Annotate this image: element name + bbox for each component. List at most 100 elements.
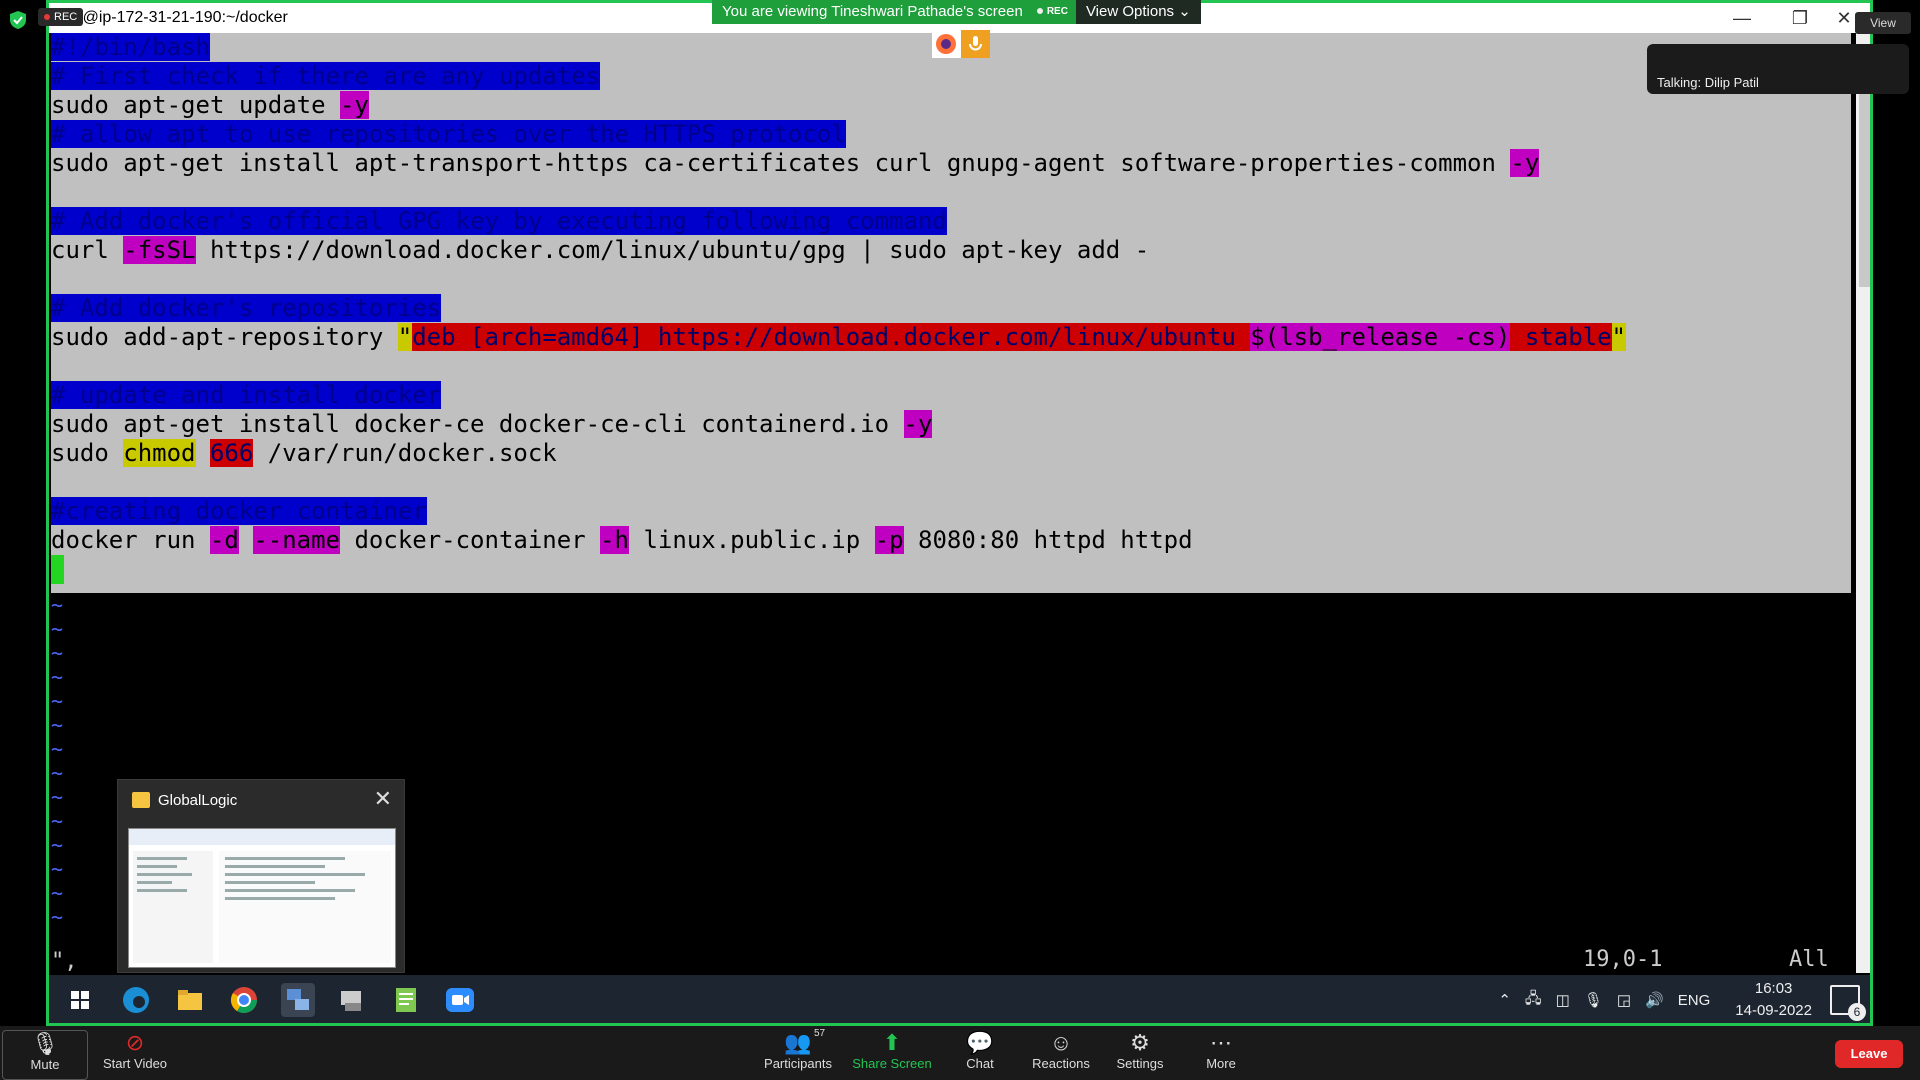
terminal-scrollbar[interactable] <box>1856 33 1870 973</box>
record-dot-icon <box>44 14 50 21</box>
tilde-line: ~ <box>51 737 64 761</box>
minimize-button[interactable]: — <box>1717 5 1767 31</box>
firefox-icon[interactable] <box>932 30 961 58</box>
start-video-button[interactable]: ⊘ Start Video <box>100 1030 170 1071</box>
code-flag: -y <box>339 91 369 119</box>
vim-status-message: ", <box>51 949 78 974</box>
vim-scroll-position: All <box>1789 947 1829 972</box>
tilde-line: ~ <box>51 761 64 785</box>
reactions-button[interactable]: ☺ Reactions <box>1030 1030 1092 1071</box>
tilde-line: ~ <box>51 905 64 929</box>
window-title: root@ip-172-31-21-190:~/docker <box>55 9 288 26</box>
view-options-button[interactable]: View Options ⌄ <box>1075 0 1201 24</box>
network-app-icon[interactable] <box>281 983 315 1017</box>
code-quote: " <box>397 323 413 351</box>
share-screen-button[interactable]: ⬆ Share Screen <box>850 1030 934 1071</box>
tilde-line: ~ <box>51 857 64 881</box>
participants-count: 57 <box>814 1028 826 1039</box>
code-text: linux.public.ip <box>629 526 875 554</box>
terminal-buffer[interactable]: #!/bin/bash # First check if there are a… <box>51 33 1851 593</box>
code-text: https://download.docker.com/linux/ubuntu… <box>195 236 1150 264</box>
code-comment: # Add docker's official GPG key by execu… <box>51 207 947 235</box>
tilde-line: ~ <box>51 785 64 809</box>
code-flag: --name <box>253 526 341 554</box>
code-comment: #creating docker container <box>51 497 427 525</box>
volume-icon[interactable]: 🔊 <box>1645 991 1664 1009</box>
putty-icon[interactable] <box>335 983 369 1017</box>
edge-browser-icon[interactable] <box>119 983 153 1017</box>
more-button[interactable]: ⋯ More <box>1200 1030 1242 1071</box>
viewing-text: You are viewing Tineshwari Pathade's scr… <box>722 3 1023 20</box>
vim-cursor-position: 19,0-1 <box>1583 947 1663 972</box>
leave-button[interactable]: Leave <box>1835 1040 1903 1068</box>
windows-taskbar: ⌃ 🖧 ◫ 🎙 ◲ 🔊 ENG 16:03 14-09-2022 6 <box>49 975 1870 1023</box>
taskbar-preview-popup[interactable]: GlobalLogic ✕ <box>117 779 405 973</box>
system-tray: ⌃ 🖧 ◫ 🎙 ◲ 🔊 ENG 16:03 14-09-2022 6 <box>1491 975 1866 1023</box>
clock[interactable]: 16:03 14-09-2022 <box>1735 978 1812 1022</box>
folder-icon <box>132 792 150 808</box>
code-keyword: chmod <box>123 439 196 467</box>
recording-badge: REC <box>38 8 84 26</box>
language-indicator[interactable]: ENG <box>1678 992 1711 1009</box>
code-flag: -d <box>209 526 239 554</box>
shared-screen-frame: root@ip-172-31-21-190:~/docker — ❐ ✕ #!/… <box>46 0 1873 1026</box>
microphone-icon[interactable] <box>961 30 990 58</box>
webcam-icon[interactable]: ◫ <box>1556 991 1570 1009</box>
chevron-up-icon[interactable]: ⌃ <box>1498 991 1511 1009</box>
code-comment: # First check if there are any updates <box>51 62 601 90</box>
chat-button[interactable]: 💬 Chat <box>960 1030 1000 1071</box>
microphone-icon[interactable]: 🎙 <box>1584 991 1603 1009</box>
view-button[interactable]: View <box>1855 12 1911 34</box>
network-icon[interactable]: 🖧 <box>1525 988 1542 1013</box>
video-off-icon: ⊘ <box>125 1030 145 1055</box>
code-text: 8080:80 httpd httpd <box>903 526 1193 554</box>
restore-button[interactable]: ❐ <box>1775 5 1825 31</box>
clock-date: 14-09-2022 <box>1735 1002 1812 1019</box>
zoom-app-icon[interactable] <box>443 983 477 1017</box>
chrome-icon[interactable] <box>227 983 261 1017</box>
code-comment: #!/bin/bash <box>51 33 210 61</box>
notepad-icon[interactable] <box>389 983 423 1017</box>
code-comment: # allow apt to use repositories over the… <box>51 120 846 148</box>
viewing-banner: You are viewing Tineshwari Pathade's scr… <box>712 0 1201 24</box>
gear-icon: ⚙ <box>1130 1030 1150 1055</box>
code-text: curl <box>51 236 124 264</box>
microphone-icon: 🎙 <box>31 1031 59 1056</box>
code-string: stable <box>1510 323 1612 351</box>
chat-icon: 💬 <box>966 1030 994 1055</box>
preview-close-button[interactable]: ✕ <box>374 786 392 812</box>
file-explorer-icon[interactable] <box>173 983 207 1017</box>
preview-thumbnail[interactable] <box>128 828 396 968</box>
code-text: sudo add-apt-repository <box>51 323 398 351</box>
code-text: docker-container <box>340 526 601 554</box>
clock-time: 16:03 <box>1754 980 1793 997</box>
code-text: sudo apt-get install docker-ce docker-ce… <box>51 410 904 438</box>
code-comment: # Add docker's repositories <box>51 294 442 322</box>
tilde-line: ~ <box>51 833 64 857</box>
code-comment: # update and install docker <box>51 381 442 409</box>
notification-count: 6 <box>1848 1003 1866 1021</box>
tilde-line: ~ <box>51 881 64 905</box>
mute-button[interactable]: 🎙 Mute <box>2 1030 88 1080</box>
text-cursor <box>51 555 64 584</box>
wifi-icon[interactable]: ◲ <box>1617 991 1631 1009</box>
windows-start-icon[interactable] <box>63 983 97 1017</box>
code-flag: -fsSL <box>123 236 196 264</box>
tilde-line: ~ <box>51 665 64 689</box>
notifications-icon[interactable]: 6 <box>1830 985 1866 1021</box>
shield-icon <box>10 11 26 29</box>
tilde-line: ~ <box>51 593 64 617</box>
more-dots-icon: ⋯ <box>1210 1030 1232 1055</box>
code-flag: -y <box>903 410 933 438</box>
code-quote: " <box>1611 323 1626 351</box>
code-flag: -p <box>874 526 904 554</box>
tilde-line: ~ <box>51 689 64 713</box>
preview-title: GlobalLogic <box>158 792 238 809</box>
settings-button[interactable]: ⚙ Settings <box>1112 1030 1168 1071</box>
record-dot-icon <box>1036 8 1043 15</box>
code-text: /var/run/docker.sock <box>253 439 557 467</box>
tilde-line: ~ <box>51 713 64 737</box>
tilde-line: ~ <box>51 641 64 665</box>
